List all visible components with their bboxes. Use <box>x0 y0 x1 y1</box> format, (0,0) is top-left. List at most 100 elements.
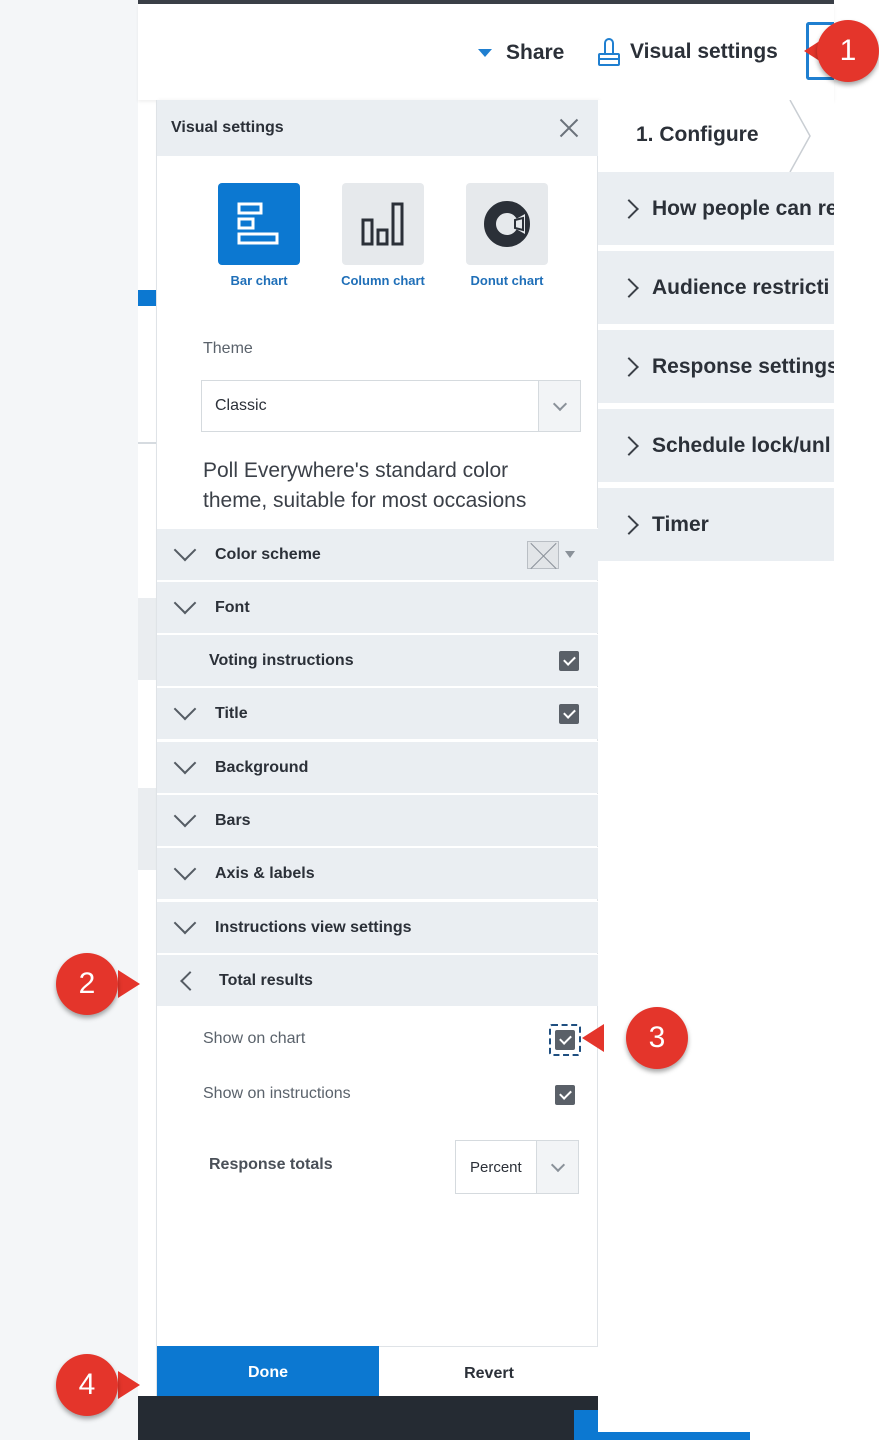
color-swatch[interactable] <box>527 541 559 569</box>
share-label: Share <box>506 41 565 64</box>
chevron-down-icon <box>173 857 197 880</box>
top-bar-border <box>138 0 834 4</box>
callout-pointer <box>118 1371 140 1399</box>
nav-item-how-people[interactable]: How people can re <box>598 172 834 248</box>
response-totals-value: Percent <box>470 1158 522 1176</box>
theme-select[interactable]: Classic <box>201 380 581 432</box>
show-on-chart-checkbox[interactable] <box>555 1030 575 1050</box>
donut-chart-label: Donut chart <box>470 273 544 288</box>
section-background[interactable]: Background <box>157 741 599 793</box>
donut-chart-icon <box>484 201 530 247</box>
visual-settings-label: Visual settings <box>630 40 778 63</box>
section-label: Background <box>215 758 309 776</box>
section-label: Total results <box>219 971 313 989</box>
done-button[interactable]: Done <box>157 1346 379 1400</box>
response-totals-label: Response totals <box>209 1156 333 1173</box>
nav-item-label: Audience restricti <box>652 275 830 299</box>
callout-4: 4 <box>56 1354 118 1416</box>
selection-marker <box>138 290 156 306</box>
chevron-right-icon <box>619 514 639 535</box>
caret-down-icon <box>565 551 575 558</box>
section-label: Voting instructions <box>209 651 354 669</box>
section-label: Instructions view settings <box>215 918 412 936</box>
sidebar-accent <box>598 1432 750 1440</box>
nav-item-label: Schedule lock/unl <box>652 433 831 457</box>
nav-item-audience[interactable]: Audience restricti <box>598 251 834 327</box>
theme-value: Classic <box>215 397 267 414</box>
nav-item-response-settings[interactable]: Response settings <box>598 330 834 406</box>
donut-chart-option[interactable]: Donut chart <box>465 183 549 288</box>
visual-settings-panel: Visual settings Bar chart Column chart D… <box>156 100 599 1400</box>
column-chart-label: Column chart <box>341 273 425 288</box>
visual-settings-button[interactable]: Visual settings <box>596 34 778 70</box>
section-instructions-view[interactable]: Instructions view settings <box>157 901 599 953</box>
footer-accent <box>574 1410 598 1440</box>
chevron-right-icon <box>619 356 639 377</box>
callout-pointer <box>118 970 140 998</box>
configure-sidebar: 1. Configure How people can re Audience … <box>598 100 834 1440</box>
chevron-down-icon <box>173 751 197 774</box>
background-left <box>0 0 140 1440</box>
bar-chart-icon <box>237 202 279 245</box>
section-total-results[interactable]: Total results <box>157 954 599 1006</box>
section-label: Title <box>215 704 248 722</box>
chevron-down-icon <box>173 591 197 614</box>
column-chart-option[interactable]: Column chart <box>341 183 425 288</box>
chevron-right-icon <box>619 435 639 456</box>
section-axis-labels[interactable]: Axis & labels <box>157 847 599 899</box>
section-label: Font <box>215 598 250 616</box>
divider <box>138 442 156 444</box>
section-title[interactable]: Title <box>157 687 599 739</box>
section-label: Color scheme <box>215 545 321 563</box>
bar-chart-option[interactable]: Bar chart <box>217 183 301 288</box>
chevron-down-icon <box>173 697 197 720</box>
show-on-instructions-checkbox[interactable] <box>555 1085 575 1105</box>
chevron-down-icon <box>538 381 580 431</box>
nav-item-label: Timer <box>652 512 709 536</box>
step-arrow-icon <box>789 100 811 172</box>
show-on-instructions-label: Show on instructions <box>203 1085 351 1102</box>
theme-description: Poll Everywhere's standard color theme, … <box>203 459 527 512</box>
callout-2: 2 <box>56 953 118 1015</box>
title-checkbox[interactable] <box>559 704 579 724</box>
background-block <box>138 598 156 680</box>
nav-item-label: How people can re <box>652 196 834 220</box>
close-icon[interactable] <box>557 116 581 140</box>
paint-brush-icon <box>598 38 620 66</box>
section-voting-instructions[interactable]: Voting instructions <box>157 634 599 686</box>
voting-instructions-checkbox[interactable] <box>559 651 579 671</box>
chevron-down-icon <box>173 538 197 561</box>
revert-button[interactable]: Revert <box>379 1346 599 1400</box>
panel-title: Visual settings <box>171 119 284 136</box>
panel-header: Visual settings <box>157 100 599 156</box>
chevron-down-icon <box>536 1141 578 1193</box>
theme-label: Theme <box>203 340 253 357</box>
callout-3: 3 <box>626 1007 688 1069</box>
callout-pointer <box>582 1024 604 1052</box>
background-block <box>138 788 156 870</box>
chevron-left-icon <box>180 970 200 991</box>
footer-bar <box>138 1396 598 1440</box>
nav-item-schedule[interactable]: Schedule lock/unl <box>598 409 834 485</box>
chevron-down-icon <box>173 911 197 934</box>
caret-down-icon <box>478 49 492 57</box>
share-button[interactable]: Share <box>478 38 564 68</box>
section-label: Axis & labels <box>215 864 315 882</box>
background-strip <box>138 0 158 1440</box>
nav-item-timer[interactable]: Timer <box>598 488 834 564</box>
column-chart-icon <box>361 202 404 246</box>
response-totals-select[interactable]: Percent <box>455 1140 579 1194</box>
chevron-right-icon <box>619 277 639 298</box>
step-label: 1. Configure <box>636 123 759 146</box>
section-bars[interactable]: Bars <box>157 794 599 846</box>
bar-chart-label: Bar chart <box>230 273 288 288</box>
chevron-down-icon <box>173 804 197 827</box>
section-label: Bars <box>215 811 251 829</box>
chevron-right-icon <box>619 198 639 219</box>
section-color-scheme[interactable]: Color scheme <box>157 528 599 580</box>
section-font[interactable]: Font <box>157 581 599 633</box>
step-configure[interactable]: 1. Configure <box>598 100 834 172</box>
nav-item-label: Response settings <box>652 354 834 378</box>
show-on-chart-label: Show on chart <box>203 1030 306 1047</box>
callout-1: 1 <box>817 20 879 82</box>
